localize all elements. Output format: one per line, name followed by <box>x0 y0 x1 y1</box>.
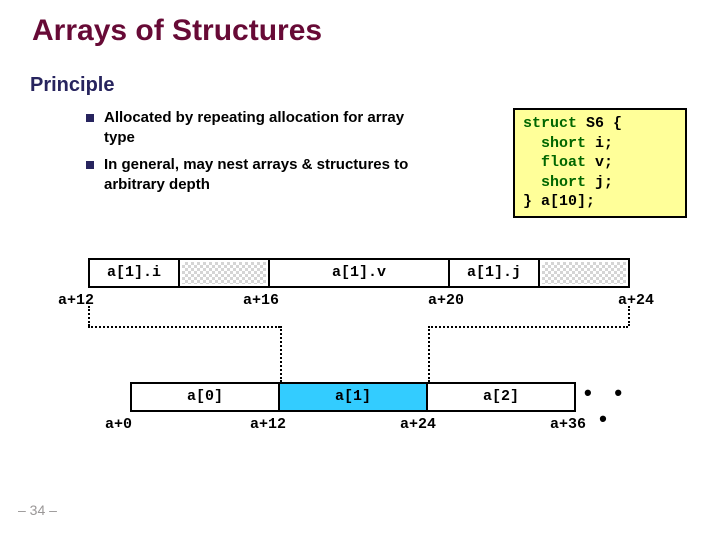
array-layout-diagram: a[0] a[1] a[2] • • • <box>130 382 634 412</box>
struct-layout-diagram: a[1].i a[1].v a[1].j <box>88 258 630 288</box>
code-text: v; <box>586 154 613 171</box>
offset-label: a+0 <box>105 416 132 433</box>
offset-label: a+12 <box>250 416 286 433</box>
section-heading: Principle <box>30 74 114 97</box>
ellipsis: • • • <box>574 382 634 412</box>
keyword: short <box>523 135 586 152</box>
padding-cell <box>178 258 270 288</box>
keyword: short <box>523 174 586 191</box>
array-cell: a[0] <box>130 382 280 412</box>
leader-line <box>428 326 628 328</box>
bullet-icon <box>86 114 94 122</box>
leader-line <box>428 326 430 382</box>
code-text: S6 { <box>577 115 622 132</box>
leader-line <box>88 306 90 326</box>
offset-label: a+36 <box>550 416 586 433</box>
offset-label: a+24 <box>400 416 436 433</box>
code-text: } a[10]; <box>523 193 595 210</box>
leader-line <box>280 326 282 382</box>
bullet-list: Allocated by repeating allocation for ar… <box>86 108 416 201</box>
offset-label: a+16 <box>243 292 279 309</box>
bullet-item: In general, may nest arrays & structures… <box>86 155 416 196</box>
array-cell-highlight: a[1] <box>278 382 428 412</box>
bullet-icon <box>86 161 94 169</box>
page-number: – 34 – <box>18 502 57 518</box>
code-text: j; <box>586 174 613 191</box>
field-cell: a[1].v <box>268 258 450 288</box>
offset-label: a+24 <box>618 292 654 309</box>
keyword: struct <box>523 115 577 132</box>
bullet-text: In general, may nest arrays & structures… <box>104 155 416 196</box>
offset-label: a+20 <box>428 292 464 309</box>
slide-title: Arrays of Structures <box>32 14 322 48</box>
code-text: i; <box>586 135 613 152</box>
padding-cell <box>538 258 630 288</box>
leader-line <box>88 326 280 328</box>
bullet-item: Allocated by repeating allocation for ar… <box>86 108 416 149</box>
bullet-text: Allocated by repeating allocation for ar… <box>104 108 416 149</box>
code-snippet: struct S6 { short i; float v; short j; }… <box>513 108 687 218</box>
array-cell: a[2] <box>426 382 576 412</box>
keyword: float <box>523 154 586 171</box>
field-cell: a[1].j <box>448 258 540 288</box>
leader-line <box>628 306 630 326</box>
field-cell: a[1].i <box>88 258 180 288</box>
